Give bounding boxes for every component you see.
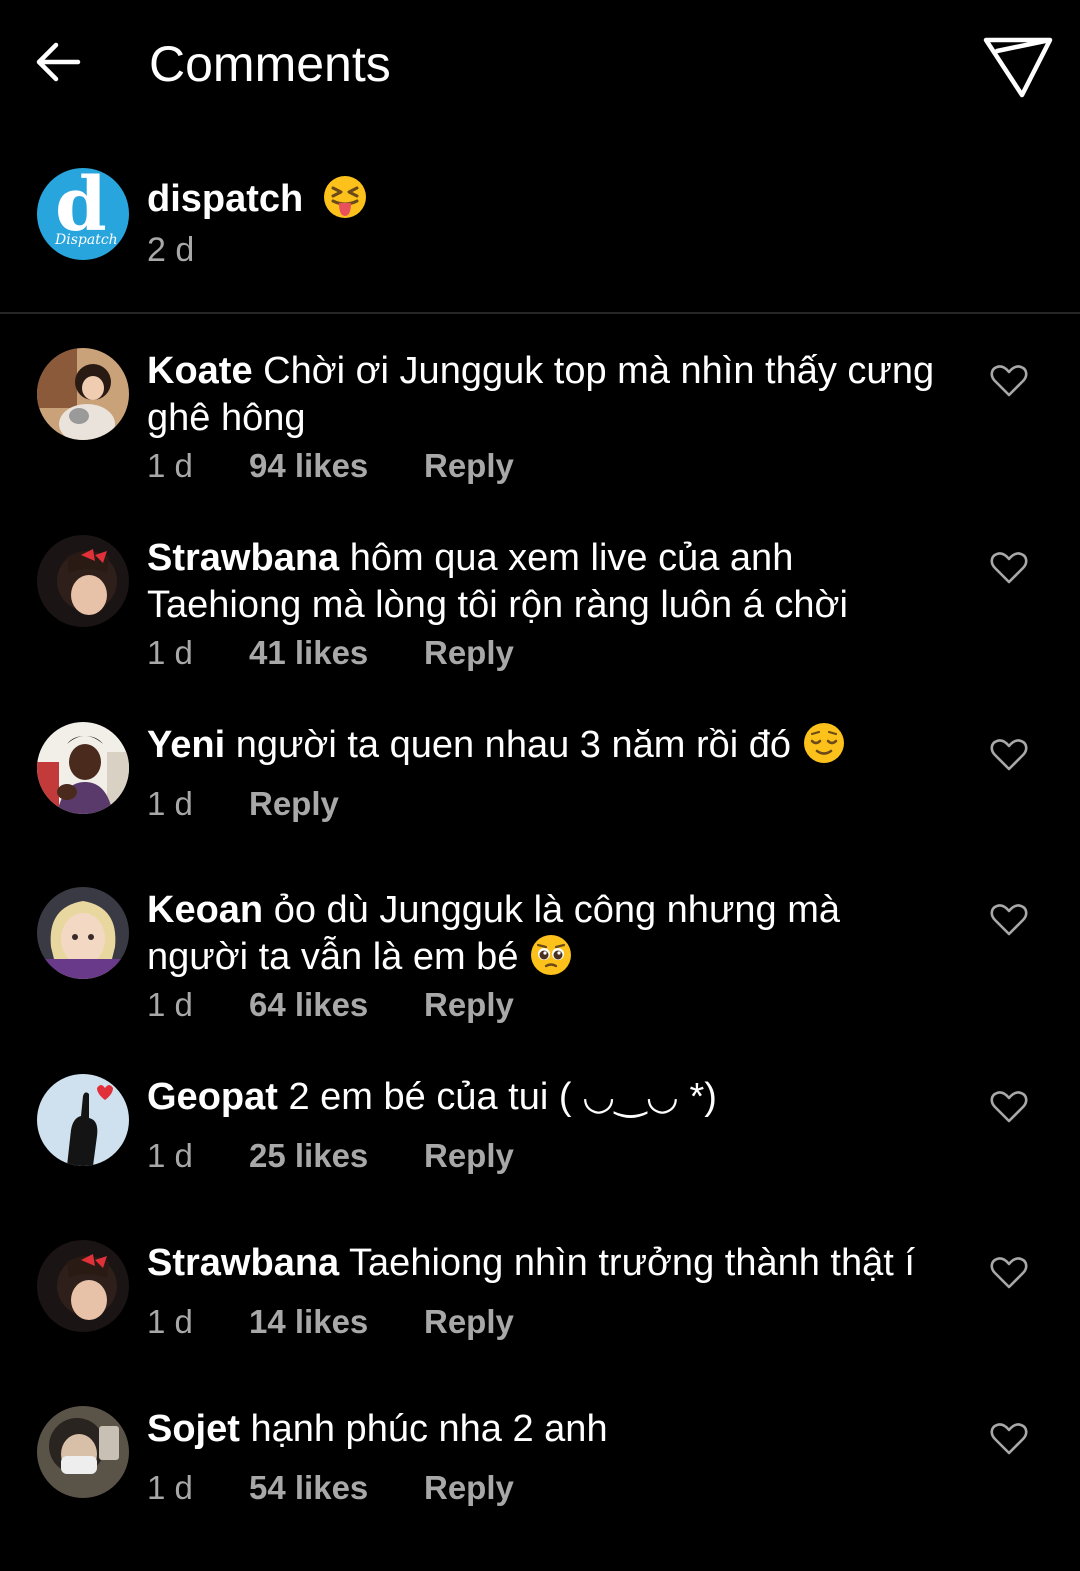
- heart-icon[interactable]: [990, 738, 1028, 772]
- heart-icon[interactable]: [990, 1090, 1028, 1124]
- comment-username[interactable]: Sojet: [147, 1408, 240, 1450]
- comment-username[interactable]: Koate: [147, 350, 253, 392]
- avatar[interactable]: [37, 1406, 129, 1498]
- reply-button[interactable]: Reply: [424, 1466, 514, 1510]
- reply-button[interactable]: Reply: [424, 1300, 514, 1344]
- avatar[interactable]: [37, 348, 129, 440]
- profile-photo-icon: [37, 348, 129, 440]
- avatar[interactable]: [37, 887, 129, 979]
- arrow-left-icon: [36, 42, 81, 82]
- reply-button[interactable]: Reply: [249, 782, 339, 826]
- dispatch-logo-script: Dispatch: [55, 232, 118, 248]
- comment-timestamp: 1 d: [147, 785, 193, 822]
- relieved-face-emoji-icon: [803, 722, 844, 763]
- avatar[interactable]: [37, 1240, 129, 1332]
- comment-text: Strawbana Taehiong nhìn trưởng thành thậ…: [147, 1240, 947, 1287]
- post-caption: d Dispatch dispatch 2 d: [0, 150, 1080, 314]
- caption-timestamp: 2 d: [147, 231, 195, 269]
- comment-text: Strawbana hôm qua xem live của anh Taehi…: [147, 535, 947, 629]
- caption-username[interactable]: dispatch: [147, 178, 303, 220]
- comment-username[interactable]: Strawbana: [147, 1242, 339, 1284]
- comment-username[interactable]: Yeni: [147, 724, 225, 766]
- avatar[interactable]: [37, 722, 129, 814]
- back-button[interactable]: [30, 34, 86, 90]
- profile-photo-icon: [37, 1406, 129, 1498]
- comment-text: Geopat 2 em bé của tui ( ◡‿◡ *): [147, 1074, 947, 1121]
- comment-likes-count[interactable]: 25 likes: [249, 1134, 368, 1178]
- profile-photo-icon: [37, 887, 129, 979]
- reply-button[interactable]: Reply: [424, 631, 514, 675]
- profile-photo-icon: [37, 1240, 129, 1332]
- heart-icon[interactable]: [990, 364, 1028, 398]
- comment-message: hạnh phúc nha 2 anh: [250, 1408, 608, 1450]
- comment-likes-count[interactable]: 94 likes: [249, 444, 368, 488]
- profile-photo-icon: [37, 1074, 129, 1166]
- heart-icon[interactable]: [990, 903, 1028, 937]
- comment-message: Taehiong nhìn trưởng thành thật í: [349, 1242, 915, 1284]
- paper-plane-icon: [983, 37, 1053, 98]
- comment-text: Sojet hạnh phúc nha 2 anh: [147, 1406, 947, 1453]
- squinting-tongue-emoji-icon: [323, 175, 366, 218]
- comment-text: Yeni người ta quen nhau 3 năm rồi đó: [147, 722, 947, 769]
- comment-likes-count[interactable]: 64 likes: [249, 983, 368, 1027]
- pleading-face-emoji-icon: [531, 934, 572, 975]
- caption-line: dispatch: [147, 175, 368, 222]
- comment-text: Keoan ỏo dù Jungguk là công nhưng mà ngư…: [147, 887, 947, 981]
- comment-timestamp: 1 d: [147, 634, 193, 671]
- comment-timestamp: 1 d: [147, 1303, 193, 1340]
- reply-button[interactable]: Reply: [424, 444, 514, 488]
- comment-likes-count[interactable]: 54 likes: [249, 1466, 368, 1510]
- comment-username[interactable]: Geopat: [147, 1076, 278, 1118]
- comment-likes-count[interactable]: 41 likes: [249, 631, 368, 675]
- comment-text: Koate Chời ơi Jungguk top mà nhìn thấy c…: [147, 348, 947, 442]
- heart-icon[interactable]: [990, 1422, 1028, 1456]
- comment-username[interactable]: Keoan: [147, 889, 263, 931]
- share-button[interactable]: [980, 30, 1056, 102]
- avatar[interactable]: [37, 535, 129, 627]
- avatar[interactable]: d Dispatch: [37, 168, 129, 260]
- comment-timestamp: 1 d: [147, 986, 193, 1023]
- comment-likes-count[interactable]: 14 likes: [249, 1300, 368, 1344]
- comment-username[interactable]: Strawbana: [147, 537, 339, 579]
- reply-button[interactable]: Reply: [424, 1134, 514, 1178]
- comment-timestamp: 1 d: [147, 1469, 193, 1506]
- comment-message: Chời ơi Jungguk top mà nhìn thấy cưng gh…: [147, 350, 935, 439]
- heart-icon[interactable]: [990, 1256, 1028, 1290]
- heart-icon[interactable]: [990, 551, 1028, 585]
- comment-message: người ta quen nhau 3 năm rồi đó: [235, 724, 792, 766]
- comment-timestamp: 1 d: [147, 447, 193, 484]
- comment-message: 2 em bé của tui ( ◡‿◡ *): [288, 1076, 717, 1118]
- top-bar: Comments: [0, 0, 1080, 130]
- page-title: Comments: [149, 36, 391, 92]
- reply-button[interactable]: Reply: [424, 983, 514, 1027]
- avatar[interactable]: [37, 1074, 129, 1166]
- comment-timestamp: 1 d: [147, 1137, 193, 1174]
- profile-photo-icon: [37, 535, 129, 627]
- profile-photo-icon: [37, 722, 129, 814]
